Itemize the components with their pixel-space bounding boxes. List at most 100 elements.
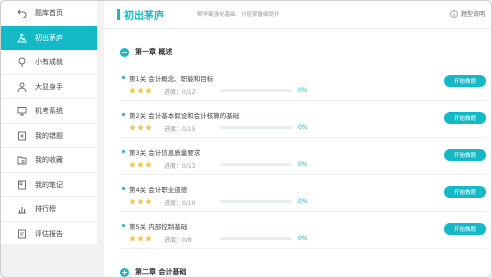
chapter-title: 第一章 概述 xyxy=(135,48,173,56)
difficulty-stars xyxy=(129,198,153,205)
sidebar-item-exam-system[interactable]: 机考系统 xyxy=(1,99,97,124)
bullet-dot xyxy=(122,187,125,190)
start-practice-button[interactable]: 开始做题 xyxy=(444,112,486,124)
lesson-row: 第3关 会计信息质量要求 进度：0/13 0% 开始做题 xyxy=(120,141,486,175)
star-icon xyxy=(129,87,136,94)
bullet-dot xyxy=(122,76,125,79)
star-icon xyxy=(129,198,136,205)
person-icon xyxy=(17,82,27,92)
progress-count: 进度：0/15 xyxy=(164,126,196,133)
progress-percent: 0% xyxy=(298,161,308,168)
chapter-title: 第二章 会计基础 xyxy=(135,268,187,276)
main-panel: 初出茅庐 帮学霸强化基础、分层掌握细提升 题型说明 − 第一章 概述 第1关 会… xyxy=(104,1,491,277)
star-icon xyxy=(145,198,152,205)
sidebar-item-label: 初出茅庐 xyxy=(35,33,63,42)
star-icon xyxy=(145,87,152,94)
lesson-name: 第4关 会计职业道德 xyxy=(129,186,188,194)
monitor-icon xyxy=(17,106,27,116)
star-icon xyxy=(129,124,136,131)
star-icon xyxy=(145,161,152,168)
sidebar-item-label: 评估报告 xyxy=(35,229,63,238)
help-link[interactable]: 题型说明 xyxy=(450,9,485,18)
progress-count: 进度：0/8 xyxy=(164,237,192,244)
sidebar: 题库首页 初出茅庐 小有成就 大显身手 机考系统 我的错题 我的收藏 我的笔记 … xyxy=(1,1,97,247)
bullet-dot xyxy=(122,224,125,227)
info-icon xyxy=(450,9,458,18)
progress-bar xyxy=(220,163,292,166)
progress-count: 进度：0/12 xyxy=(164,89,196,96)
back-arrow-icon xyxy=(17,8,27,19)
star-icon xyxy=(129,161,136,168)
progress-bar xyxy=(220,200,292,203)
title-accent-bar xyxy=(117,9,120,20)
progress-bar xyxy=(220,237,292,240)
lesson-row: 第4关 会计职业道德 进度：0/10 0% 开始做题 xyxy=(120,178,486,212)
lesson-name: 第5关 内部控制基础 xyxy=(129,223,188,231)
progress-bar xyxy=(220,126,292,129)
sidebar-item-label: 我的收藏 xyxy=(35,156,63,165)
star-icon xyxy=(145,235,152,242)
progress-percent: 0% xyxy=(298,198,308,205)
difficulty-stars xyxy=(129,87,153,94)
bar-chart-icon xyxy=(17,204,27,214)
app-window: 题库首页 初出茅庐 小有成就 大显身手 机考系统 我的错题 我的收藏 我的笔记 … xyxy=(0,0,492,278)
sidebar-item-favorites[interactable]: 我的收藏 xyxy=(1,148,97,173)
notebook-icon xyxy=(17,180,27,190)
star-icon xyxy=(137,235,144,242)
page-subtitle: 帮学霸强化基础、分层掌握细提升 xyxy=(197,12,280,18)
bullet-dot xyxy=(122,150,125,153)
help-label: 题型说明 xyxy=(460,11,485,18)
expand-icon[interactable]: + xyxy=(120,267,129,277)
lesson-name: 第1关 会计概念、职能和目标 xyxy=(129,75,214,83)
progress-percent: 0% xyxy=(298,87,308,94)
lesson-name: 第3关 会计信息质量要求 xyxy=(129,149,201,157)
sidebar-item-report[interactable]: 评估报告 xyxy=(1,222,97,247)
star-icon xyxy=(137,198,144,205)
star-icon xyxy=(137,124,144,131)
progress-percent: 0% xyxy=(298,124,308,131)
sidebar-item-wrong-questions[interactable]: 我的错题 xyxy=(1,124,97,149)
difficulty-stars xyxy=(129,235,153,242)
wrong-book-icon xyxy=(17,131,27,141)
sidebar-item-beginner[interactable]: 初出茅庐 xyxy=(1,25,97,50)
collapse-icon[interactable]: − xyxy=(120,47,129,57)
lesson-row: 第1关 会计概念、职能和目标 进度：0/12 0% 开始做题 xyxy=(120,67,486,101)
sidebar-item-label: 排行榜 xyxy=(35,205,56,214)
progress-count: 进度：0/10 xyxy=(164,200,196,207)
sidebar-item-label: 我的笔记 xyxy=(35,180,63,189)
sidebar-item-expert[interactable]: 大显身手 xyxy=(1,75,97,100)
sidebar-item-label: 机考系统 xyxy=(35,107,63,116)
sidebar-item-label: 题库首页 xyxy=(35,9,63,18)
sidebar-item-achievement[interactable]: 小有成就 xyxy=(1,50,97,75)
report-icon xyxy=(17,229,27,239)
sidebar-item-notes[interactable]: 我的笔记 xyxy=(1,173,97,198)
star-icon xyxy=(137,161,144,168)
sidebar-item-label: 大显身手 xyxy=(35,82,63,91)
progress-bar xyxy=(220,89,292,92)
lesson-name: 第2关 会计基本假设和会计核算的基础 xyxy=(129,112,240,120)
folder-star-icon xyxy=(17,155,27,165)
chapter-2-header[interactable]: + 第二章 会计基础 xyxy=(120,267,186,277)
star-icon xyxy=(129,235,136,242)
page-title: 初出茅庐 xyxy=(124,11,164,22)
start-practice-button[interactable]: 开始做题 xyxy=(444,223,486,235)
sidebar-item-label: 我的错题 xyxy=(35,131,63,140)
lesson-row: 第5关 内部控制基础 进度：0/8 0% 开始做题 xyxy=(120,215,486,249)
start-practice-button[interactable]: 开始做题 xyxy=(444,186,486,198)
sidebar-item-home[interactable]: 题库首页 xyxy=(1,1,97,26)
progress-count: 进度：0/13 xyxy=(164,163,196,170)
pin-icon xyxy=(17,57,27,68)
lesson-row: 第2关 会计基本假设和会计核算的基础 进度：0/15 0% 开始做题 xyxy=(120,104,486,138)
start-practice-button[interactable]: 开始做题 xyxy=(444,149,486,161)
sidebar-item-label: 小有成就 xyxy=(35,58,63,67)
chapter-1-header[interactable]: − 第一章 概述 xyxy=(120,47,172,57)
progress-percent: 0% xyxy=(298,235,308,242)
difficulty-stars xyxy=(129,161,153,168)
sidebar-item-leaderboard[interactable]: 排行榜 xyxy=(1,197,97,222)
star-icon xyxy=(145,124,152,131)
mountain-flag-icon xyxy=(17,33,27,43)
start-practice-button[interactable]: 开始做题 xyxy=(444,75,486,87)
star-icon xyxy=(137,87,144,94)
page-header: 初出茅庐 帮学霸强化基础、分层掌握细提升 题型说明 xyxy=(104,1,491,29)
bullet-dot xyxy=(122,113,125,116)
